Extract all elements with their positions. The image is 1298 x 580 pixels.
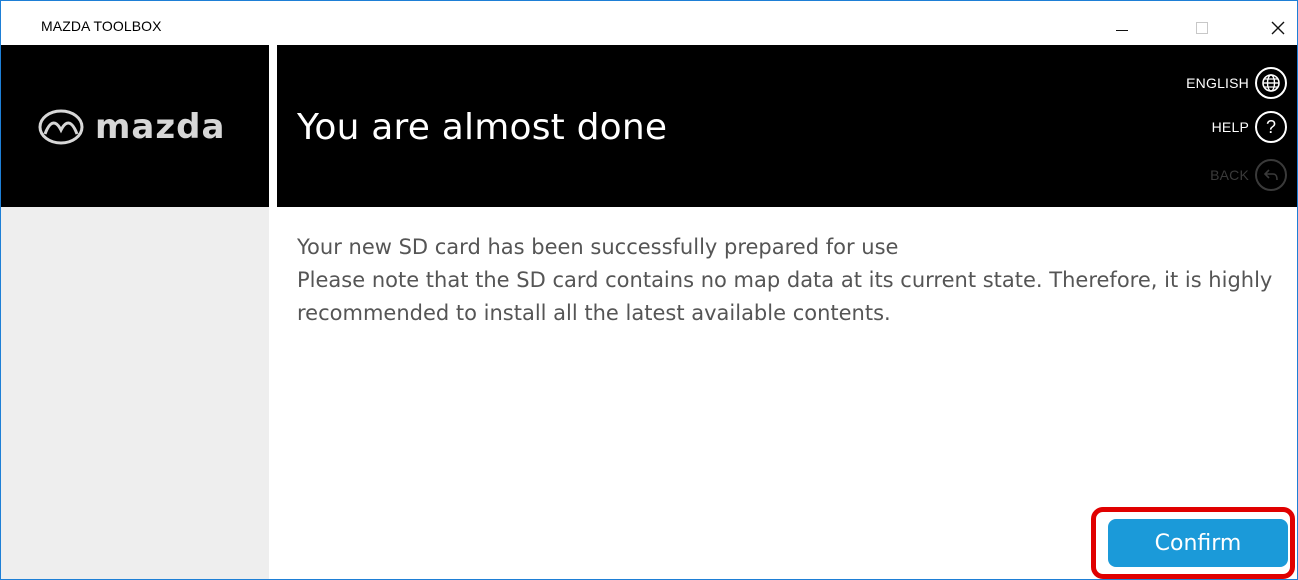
language-label: ENGLISH [1186, 75, 1249, 91]
header: You are almost done ENGLISH HELP ? BACK [277, 45, 1297, 207]
message-area: Your new SD card has been successfully p… [297, 231, 1277, 330]
back-button[interactable]: BACK [1210, 159, 1287, 191]
help-label: HELP [1211, 119, 1249, 135]
close-button[interactable] [1255, 7, 1297, 43]
page-title: You are almost done [297, 107, 668, 148]
close-icon [1271, 21, 1285, 35]
logo-wordmark: mazda [95, 107, 226, 147]
question-icon[interactable]: ? [1255, 111, 1287, 143]
logo-panel: mazda [1, 45, 269, 207]
mazda-logo-icon [38, 109, 84, 145]
minimize-icon [1116, 29, 1128, 31]
sidebar [1, 207, 269, 579]
success-message: Your new SD card has been successfully p… [297, 235, 899, 259]
app-window: MAZDA TOOLBOX mazda You are almost done … [0, 0, 1298, 580]
language-selector[interactable]: ENGLISH [1186, 67, 1287, 99]
title-bar: MAZDA TOOLBOX [1, 1, 1297, 45]
confirm-button[interactable]: Confirm [1108, 519, 1288, 567]
help-button[interactable]: HELP ? [1212, 111, 1287, 143]
back-arrow-icon[interactable] [1255, 159, 1287, 191]
back-label: BACK [1210, 167, 1249, 183]
maximize-icon [1196, 22, 1208, 34]
note-message: Please note that the SD card contains no… [297, 268, 1273, 325]
maximize-button[interactable] [1179, 7, 1225, 43]
globe-icon[interactable] [1255, 67, 1287, 99]
mazda-logo: mazda [37, 107, 225, 147]
window-title: MAZDA TOOLBOX [41, 18, 162, 34]
header-divider [269, 45, 277, 207]
minimize-button[interactable] [1099, 7, 1145, 43]
